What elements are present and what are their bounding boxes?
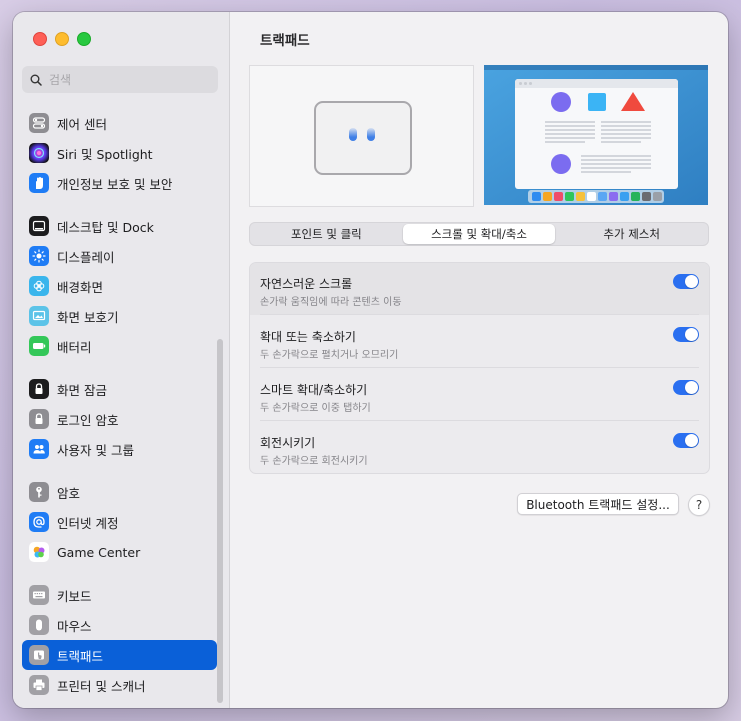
trackpad-icon bbox=[29, 645, 49, 665]
sidebar-item-label: 마우스 bbox=[57, 618, 92, 634]
sidebar-item-siri-spotlight[interactable]: Siri 및 Spotlight bbox=[22, 138, 217, 168]
natural-scrolling-toggle[interactable] bbox=[673, 274, 699, 289]
smart-zoom-toggle[interactable] bbox=[673, 380, 699, 395]
control-center-icon bbox=[29, 113, 49, 133]
sidebar-list: 제어 센터 Siri 및 Spotlight 개인정보 보호 및 보안 데스크탑… bbox=[22, 108, 217, 700]
sidebar-item-label: Game Center bbox=[57, 544, 141, 560]
options-group: 자연스러운 스크롤 손가락 움직임에 따라 콘텐츠 이동 확대 또는 축소하기 … bbox=[249, 262, 710, 474]
sidebar-item-label: 암호 bbox=[57, 485, 81, 501]
wallpaper-icon bbox=[29, 276, 49, 296]
sidebar-item-label: 디스플레이 bbox=[57, 249, 115, 265]
at-icon bbox=[29, 512, 49, 532]
sidebar-item-battery[interactable]: 배터리 bbox=[22, 331, 217, 361]
sidebar-item-label: 화면 잠금 bbox=[57, 382, 107, 398]
sidebar-item-label: Siri 및 Spotlight bbox=[57, 146, 153, 162]
sidebar-item-label: 사용자 및 그룹 bbox=[57, 442, 134, 458]
option-natural-scrolling: 자연스러운 스크롤 손가락 움직임에 따라 콘텐츠 이동 bbox=[250, 263, 709, 315]
sidebar-item-label: 인터넷 계정 bbox=[57, 515, 119, 531]
key-icon bbox=[29, 482, 49, 502]
sidebar-item-internet-accounts[interactable]: 인터넷 계정 bbox=[22, 507, 217, 537]
sidebar-item-label: 개인정보 보호 및 보안 bbox=[57, 176, 173, 192]
option-description: 두 손가락으로 이중 탭하기 bbox=[260, 403, 371, 414]
sidebar-item-label: 배터리 bbox=[57, 339, 92, 355]
users-icon bbox=[29, 439, 49, 459]
sidebar-item-label: 로그인 암호 bbox=[57, 412, 119, 428]
mouse-icon bbox=[29, 615, 49, 635]
lock-icon bbox=[29, 379, 49, 399]
close-window-button[interactable] bbox=[33, 32, 47, 46]
display-icon bbox=[29, 246, 49, 266]
gesture-preview-trackpad bbox=[249, 65, 474, 207]
sidebar-item-label: 배경화면 bbox=[57, 279, 104, 295]
sidebar-item-label: 화면 보호기 bbox=[57, 309, 119, 325]
option-zoom-in-out: 확대 또는 축소하기 두 손가락으로 펼치거나 오므리기 bbox=[250, 316, 709, 368]
option-rotate: 회전시키기 두 손가락으로 회전시키기 bbox=[250, 422, 709, 473]
sidebar-item-users-groups[interactable]: 사용자 및 그룹 bbox=[22, 434, 217, 464]
siri-icon bbox=[29, 143, 49, 163]
sidebar-item-wallpaper[interactable]: 배경화면 bbox=[22, 271, 217, 301]
gesture-preview-screen bbox=[484, 65, 708, 205]
option-title: 확대 또는 축소하기 bbox=[260, 330, 356, 344]
search-field[interactable] bbox=[22, 66, 218, 93]
sidebar-scrollbar[interactable] bbox=[216, 337, 224, 707]
sidebar-item-label: 트랙패드 bbox=[57, 648, 104, 664]
sidebar-item-screensaver[interactable]: 화면 보호기 bbox=[22, 301, 217, 331]
rotate-toggle[interactable] bbox=[673, 433, 699, 448]
page-title: 트랙패드 bbox=[260, 33, 310, 49]
preview-app-window bbox=[515, 79, 678, 189]
bluetooth-trackpad-setup-button[interactable]: Bluetooth 트랙패드 설정... bbox=[517, 493, 679, 515]
help-button[interactable]: ? bbox=[688, 494, 710, 516]
option-title: 스마트 확대/축소하기 bbox=[260, 383, 368, 397]
game-center-icon bbox=[29, 542, 49, 562]
sidebar-item-game-center[interactable]: Game Center bbox=[22, 537, 217, 567]
sidebar-item-privacy-security[interactable]: 개인정보 보호 및 보안 bbox=[22, 168, 217, 198]
zoom-window-button[interactable] bbox=[77, 32, 91, 46]
option-smart-zoom: 스마트 확대/축소하기 두 손가락으로 이중 탭하기 bbox=[250, 369, 709, 421]
option-description: 두 손가락으로 펼치거나 오므리기 bbox=[260, 350, 399, 361]
search-icon bbox=[30, 74, 42, 86]
battery-icon bbox=[29, 336, 49, 356]
finger-touch-icon bbox=[367, 128, 375, 141]
minimize-window-button[interactable] bbox=[55, 32, 69, 46]
tab-point-and-click[interactable]: 포인트 및 클릭 bbox=[250, 224, 403, 244]
zoom-in-out-toggle[interactable] bbox=[673, 327, 699, 342]
sidebar-item-lock-screen[interactable]: 화면 잠금 bbox=[22, 374, 217, 404]
tab-scroll-and-zoom[interactable]: 스크롤 및 확대/축소 bbox=[402, 224, 556, 244]
sidebar-item-display[interactable]: 디스플레이 bbox=[22, 241, 217, 271]
finger-touch-icon bbox=[349, 128, 357, 141]
sidebar-item-desktop-dock[interactable]: 데스크탑 및 Dock bbox=[22, 211, 217, 241]
login-password-icon bbox=[29, 409, 49, 429]
preview-dock bbox=[528, 190, 664, 203]
sidebar-item-keyboard[interactable]: 키보드 bbox=[22, 580, 217, 610]
preview-window-content bbox=[545, 92, 651, 174]
option-description: 손가락 움직임에 따라 콘텐츠 이동 bbox=[260, 297, 402, 308]
sidebar-item-printers-scanners[interactable]: 프린터 및 스캐너 bbox=[22, 670, 217, 700]
keyboard-icon bbox=[29, 585, 49, 605]
sidebar-item-trackpad[interactable]: 트랙패드 bbox=[22, 640, 217, 670]
hand-icon bbox=[29, 173, 49, 193]
option-title: 회전시키기 bbox=[260, 436, 316, 450]
sidebar-scrollbar-thumb[interactable] bbox=[217, 339, 223, 703]
trackpad-illustration bbox=[314, 101, 412, 175]
sidebar: 제어 센터 Siri 및 Spotlight 개인정보 보호 및 보안 bbox=[13, 12, 230, 708]
main-pane: 트랙패드 포인트 및 클릭 스크롤 및 확대/축소 추가 제스처 자연스러운 스… bbox=[230, 12, 728, 708]
option-description: 두 손가락으로 회전시키기 bbox=[260, 456, 368, 467]
sidebar-item-label: 키보드 bbox=[57, 588, 92, 604]
search-input[interactable] bbox=[47, 71, 201, 88]
sidebar-item-label: 제어 센터 bbox=[57, 116, 107, 132]
tab-bar: 포인트 및 클릭 스크롤 및 확대/축소 추가 제스처 bbox=[249, 222, 709, 246]
tab-more-gestures[interactable]: 추가 제스처 bbox=[555, 224, 708, 244]
printer-icon bbox=[29, 675, 49, 695]
option-title: 자연스러운 스크롤 bbox=[260, 277, 353, 291]
sidebar-item-mouse[interactable]: 마우스 bbox=[22, 610, 217, 640]
sidebar-item-label: 데스크탑 및 Dock bbox=[57, 219, 154, 235]
sidebar-item-label: 프린터 및 스캐너 bbox=[57, 678, 146, 694]
sidebar-item-control-center[interactable]: 제어 센터 bbox=[22, 108, 217, 138]
settings-window: 제어 센터 Siri 및 Spotlight 개인정보 보호 및 보안 bbox=[13, 12, 728, 708]
window-controls bbox=[33, 32, 91, 46]
sidebar-item-passwords[interactable]: 암호 bbox=[22, 477, 217, 507]
screensaver-icon bbox=[29, 306, 49, 326]
sidebar-item-login-password[interactable]: 로그인 암호 bbox=[22, 404, 217, 434]
desktop-dock-icon bbox=[29, 216, 49, 236]
